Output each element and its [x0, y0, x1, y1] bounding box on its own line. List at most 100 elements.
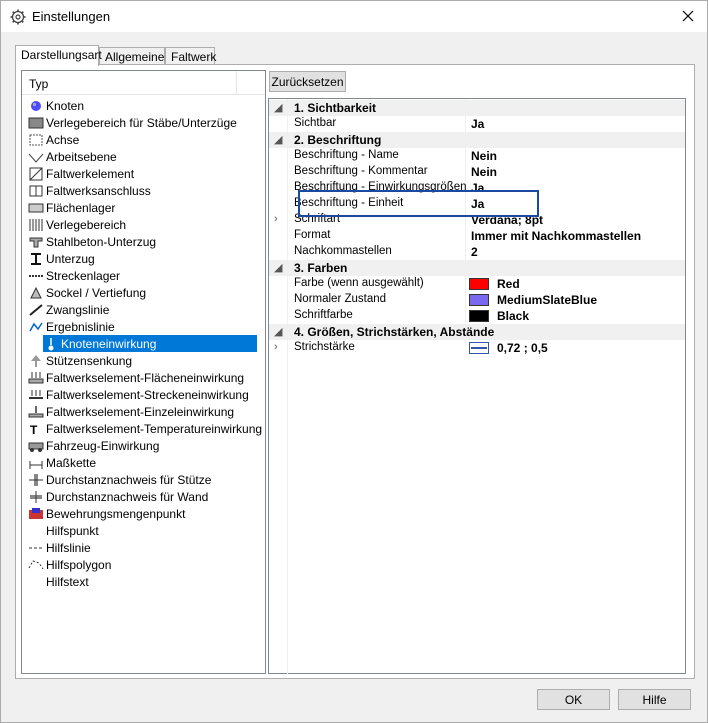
- property-row[interactable]: Beschriftung - Kommentar Nein: [269, 164, 685, 180]
- list-item[interactable]: Faltwerkelement: [24, 165, 263, 182]
- blank-icon: [28, 523, 44, 538]
- property-value: MediumSlateBlue: [497, 293, 598, 307]
- list-item[interactable]: Hilfspunkt: [24, 522, 263, 539]
- list-item-label: Sockel / Vertiefung: [46, 285, 147, 300]
- category-label: 3. Farben: [294, 261, 348, 275]
- list-item-label: Faltwerksanschluss: [46, 183, 151, 198]
- node-load-icon: [43, 336, 59, 351]
- tab-allgemeines[interactable]: Allgemeines: [99, 47, 170, 65]
- beam-icon: [28, 234, 44, 249]
- list-item-label: Faltwerkelement: [46, 166, 135, 181]
- list-item[interactable]: Zwangslinie: [24, 301, 263, 318]
- list-item[interactable]: Achse: [24, 131, 263, 148]
- list-item[interactable]: Hilfspolygon: [24, 556, 263, 573]
- list-item-label: Ergebnislinie: [46, 319, 115, 334]
- list-item[interactable]: Sockel / Vertiefung: [24, 284, 263, 301]
- category-row[interactable]: ◢ 3. Farben: [269, 260, 685, 276]
- list-item[interactable]: Unterzug: [24, 250, 263, 267]
- property-row[interactable]: › Strichstärke 0,72 ; 0,5: [269, 340, 685, 356]
- property-row[interactable]: Farbe (wenn ausgewählt) Red: [269, 276, 685, 292]
- collapse-arrow-icon[interactable]: ◢: [274, 261, 282, 274]
- property-row[interactable]: Beschriftung - Name Nein: [269, 148, 685, 164]
- type-list[interactable]: Typ Knoten Verlegebereich für Stäbe/Unter…: [21, 70, 266, 674]
- list-item[interactable]: Arbeitsebene: [24, 148, 263, 165]
- list-item[interactable]: Ergebnislinie: [24, 318, 263, 335]
- property-name: Beschriftung - Kommentar: [294, 165, 428, 177]
- dimension-icon: [28, 455, 44, 470]
- line-width-icon: [469, 342, 489, 354]
- property-value: Ja: [471, 117, 485, 131]
- list-item[interactable]: Verlegebereich für Stäbe/Unterzüge: [24, 114, 263, 131]
- list-item-label: Knoten: [46, 98, 85, 113]
- category-label: 2. Beschriftung: [294, 133, 382, 147]
- property-row[interactable]: Normaler Zustand MediumSlateBlue: [269, 292, 685, 308]
- list-item-label: Fahrzeug-Einwirkung: [46, 438, 160, 453]
- property-row[interactable]: Sichtbar Ja: [269, 116, 685, 132]
- list-item[interactable]: Maßkette: [24, 454, 263, 471]
- category-row[interactable]: ◢ 4. Größen, Strichstärken, Abstände: [269, 324, 685, 340]
- list-item[interactable]: Faltwerksanschluss: [24, 182, 263, 199]
- close-button[interactable]: [673, 3, 703, 29]
- expand-arrow-icon[interactable]: ›: [274, 341, 278, 353]
- property-value: Black: [497, 309, 530, 323]
- close-icon: [682, 10, 694, 22]
- folded-plate-icon: [28, 166, 44, 181]
- list-item[interactable]: Stützensenkung: [24, 352, 263, 369]
- list-item[interactable]: Bewehrungsmengenpunkt: [24, 505, 263, 522]
- category-label: 4. Größen, Strichstärken, Abstände: [294, 325, 495, 339]
- list-item[interactable]: T Faltwerkselement-Temperatureinwirkung: [24, 420, 263, 437]
- line-load-icon: [28, 387, 44, 402]
- category-row[interactable]: ◢ 1. Sichtbarkeit: [269, 100, 685, 116]
- pedestal-icon: [28, 285, 44, 300]
- property-row[interactable]: Nachkommastellen 2: [269, 244, 685, 260]
- list-item-label: Unterzug: [46, 251, 95, 266]
- expand-arrow-icon[interactable]: ›: [274, 213, 278, 225]
- temperature-icon: T: [28, 421, 44, 436]
- list-item[interactable]: Flächenlager: [24, 199, 263, 216]
- tab-darstellungsart[interactable]: Darstellungsart: [15, 45, 102, 66]
- list-item[interactable]: Fahrzeug-Einwirkung: [24, 437, 263, 454]
- list-item[interactable]: Durchstanznachweis für Stütze: [24, 471, 263, 488]
- property-row[interactable]: Schriftfarbe Black: [269, 308, 685, 324]
- reset-button[interactable]: Zurücksetzen: [269, 71, 346, 92]
- i-beam-icon: [28, 251, 44, 266]
- list-item[interactable]: Faltwerkselement-Flächeneinwirkung: [24, 369, 263, 386]
- tab-faltwerk[interactable]: Faltwerk: [165, 47, 216, 65]
- list-item-label: Durchstanznachweis für Wand: [46, 489, 209, 504]
- list-item-label: Hilfspunkt: [46, 523, 99, 538]
- list-item[interactable]: Durchstanznachweis für Wand: [24, 488, 263, 505]
- collapse-arrow-icon[interactable]: ◢: [274, 101, 282, 114]
- property-row[interactable]: Format Immer mit Nachkommastellen: [269, 228, 685, 244]
- list-item[interactable]: Knoteneinwirkung: [43, 335, 257, 352]
- property-grid: ◢ 1. Sichtbarkeit Sichtbar Ja ◢ 2. Beschriftu…: [268, 98, 686, 675]
- category-label: 1. Sichtbarkeit: [294, 101, 377, 115]
- list-item[interactable]: Faltwerkselement-Einzeleinwirkung: [24, 403, 263, 420]
- ok-button[interactable]: OK: [537, 689, 610, 710]
- property-name: Beschriftung - Name: [294, 149, 399, 161]
- hatched-area-icon: [28, 217, 44, 232]
- list-item-label: Stahlbeton-Unterzug: [46, 234, 157, 249]
- collapse-arrow-icon[interactable]: ◢: [274, 133, 282, 146]
- list-item[interactable]: Verlegebereich: [24, 216, 263, 233]
- list-item-label: Bewehrungsmengenpunkt: [46, 506, 186, 521]
- list-item-label: Hilfspolygon: [46, 557, 112, 572]
- list-item-label: Maßkette: [46, 455, 97, 470]
- vehicle-icon: [28, 438, 44, 453]
- list-item[interactable]: Hilfslinie: [24, 539, 263, 556]
- help-button[interactable]: Hilfe: [618, 689, 691, 710]
- category-row[interactable]: ◢ 2. Beschriftung: [269, 132, 685, 148]
- list-item-label: Hilfstext: [46, 574, 89, 589]
- svg-text:T: T: [30, 423, 38, 436]
- list-item[interactable]: Knoten: [24, 97, 263, 114]
- collapse-arrow-icon[interactable]: ◢: [274, 325, 282, 338]
- list-item[interactable]: Faltwerkselement-Streckeneinwirkung: [24, 386, 263, 403]
- settings-dialog: Einstellungen Darstellungsart Allgemeine…: [0, 0, 708, 723]
- list-item[interactable]: Hilfstext: [24, 573, 263, 590]
- list-item[interactable]: Stahlbeton-Unterzug: [24, 233, 263, 250]
- line-support-icon: [28, 268, 44, 283]
- list-item[interactable]: Streckenlager: [24, 267, 263, 284]
- list-item-label: Zwangslinie: [46, 302, 110, 317]
- result-line-icon: [28, 319, 44, 334]
- blank-icon: [28, 574, 44, 589]
- property-value: Red: [497, 277, 520, 291]
